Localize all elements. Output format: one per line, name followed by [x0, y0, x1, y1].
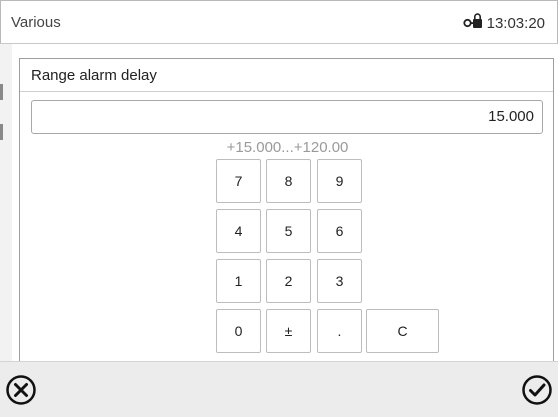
cancel-circle-icon — [5, 375, 37, 410]
top-bar: Various 13:03:20 — [0, 0, 558, 44]
dialog-footer — [0, 361, 558, 417]
key-7[interactable]: 7 — [216, 159, 261, 203]
key-2[interactable]: 2 — [266, 259, 311, 303]
key-1[interactable]: 1 — [216, 259, 261, 303]
key-0[interactable]: 0 — [216, 309, 261, 353]
confirm-check-icon — [521, 375, 553, 410]
numeric-entry-dialog: Range alarm delay 15.000 +15.000...+120.… — [19, 58, 554, 388]
key-4[interactable]: 4 — [216, 209, 261, 253]
background-marker — [0, 124, 3, 140]
range-hint: +15.000...+120.00 — [226, 139, 349, 156]
background-marker — [0, 84, 3, 100]
key-9[interactable]: 9 — [317, 159, 362, 203]
dialog-title: Range alarm delay — [31, 67, 157, 84]
dialog-header: Range alarm delay — [20, 59, 553, 92]
cancel-button[interactable] — [5, 374, 37, 406]
confirm-button[interactable] — [521, 374, 553, 406]
lock-key-icon — [463, 13, 483, 33]
status-area: 13:03:20 — [463, 13, 545, 33]
key-3[interactable]: 3 — [317, 259, 362, 303]
key-5[interactable]: 5 — [266, 209, 311, 253]
key-8[interactable]: 8 — [266, 159, 311, 203]
key-6[interactable]: 6 — [317, 209, 362, 253]
clock-time: 13:03:20 — [486, 14, 545, 32]
key-clear[interactable]: C — [366, 309, 439, 353]
background-screen-edge — [0, 44, 12, 374]
page-title: Various — [11, 14, 61, 31]
key-decimal-point[interactable]: . — [317, 309, 362, 353]
value-input[interactable]: 15.000 — [31, 100, 543, 134]
key-plus-minus[interactable]: ± — [266, 309, 311, 353]
